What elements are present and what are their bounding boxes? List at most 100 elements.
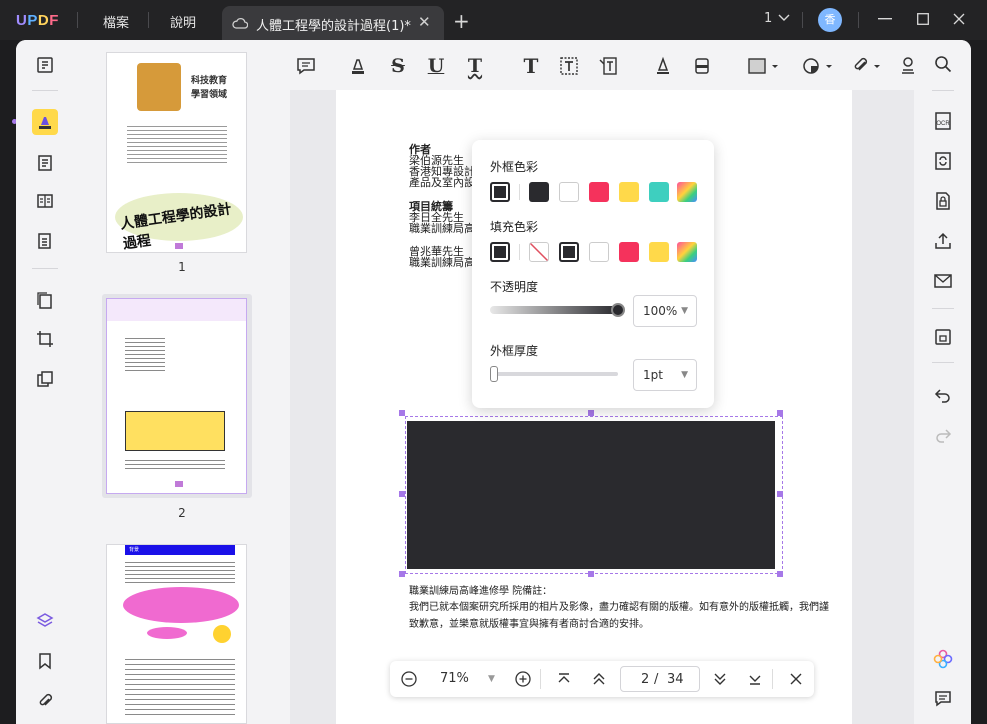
page-tools-button[interactable]	[32, 288, 58, 314]
eraser-icon	[695, 58, 709, 74]
form-mode-button[interactable]	[32, 228, 58, 254]
zoom-level[interactable]: 71%	[440, 671, 469, 686]
undo-button[interactable]	[932, 384, 954, 406]
fill-swatch[interactable]	[619, 242, 639, 262]
border-swatch[interactable]	[559, 182, 579, 202]
border-swatch[interactable]	[649, 182, 669, 202]
ai-assistant-button[interactable]	[932, 648, 954, 670]
share-button[interactable]	[932, 230, 954, 252]
first-page-button[interactable]	[554, 669, 574, 689]
squiggly-tool[interactable]: T	[463, 54, 487, 78]
close-tab-icon[interactable]: ✕	[418, 13, 431, 31]
resize-handle-ne[interactable]	[777, 410, 783, 416]
zoom-out-button[interactable]	[399, 669, 419, 689]
border-swatch[interactable]	[490, 182, 510, 202]
close-navigator-button[interactable]	[786, 669, 806, 689]
zoom-in-button[interactable]	[513, 669, 533, 689]
window-count[interactable]: 1	[764, 11, 772, 26]
sticker-tool[interactable]	[800, 54, 836, 78]
close-window-icon[interactable]	[953, 13, 965, 25]
rectangle-annotation[interactable]	[407, 421, 775, 569]
stack-icon	[37, 371, 53, 387]
layers-button[interactable]	[32, 608, 58, 634]
resize-handle-sw[interactable]	[399, 571, 405, 577]
organize-mode-button[interactable]	[32, 188, 58, 214]
page-input[interactable]: 2 / 34	[620, 666, 700, 692]
fill-swatch[interactable]	[589, 242, 609, 262]
border-width-dropdown[interactable]: 1pt ▼	[633, 359, 697, 391]
pages-icon	[37, 292, 52, 309]
border-swatch[interactable]	[677, 182, 697, 202]
resize-handle-s[interactable]	[588, 571, 594, 577]
attachment-button[interactable]	[32, 688, 58, 714]
border-swatch[interactable]	[529, 182, 549, 202]
fill-swatch[interactable]	[490, 242, 510, 262]
attachment-tool[interactable]	[850, 54, 886, 78]
title-bar: UPDF 檔案 說明 人體工程學的設計過程(1)* ✕ + 1 香	[0, 0, 987, 40]
highlight-tool[interactable]	[346, 54, 370, 78]
last-page-button[interactable]	[745, 669, 765, 689]
page-thumbnail-3[interactable]: 背景	[106, 544, 247, 724]
email-button[interactable]	[932, 270, 954, 292]
fill-swatch[interactable]	[529, 242, 549, 262]
minimize-icon[interactable]	[878, 18, 892, 20]
text-callout-tool[interactable]	[596, 54, 620, 78]
resize-handle-nw[interactable]	[399, 410, 405, 416]
chevron-down-icon[interactable]	[778, 14, 790, 22]
pencil-tool[interactable]	[651, 54, 675, 78]
resize-handle-w[interactable]	[399, 491, 405, 497]
double-chevron-down-icon	[714, 673, 726, 685]
fill-swatch[interactable]	[649, 242, 669, 262]
comments-panel-button[interactable]	[932, 688, 954, 710]
previous-page-button[interactable]	[589, 669, 609, 689]
menu-file[interactable]: 檔案	[103, 12, 129, 31]
new-tab-icon[interactable]: +	[453, 9, 470, 33]
updf-logo[interactable]: UPDF	[16, 12, 59, 29]
textbox-tool[interactable]	[557, 54, 581, 78]
border-width-slider-track[interactable]	[490, 372, 618, 376]
reader-mode-button[interactable]	[32, 52, 58, 78]
zoom-in-icon	[515, 671, 531, 687]
convert-button[interactable]	[932, 150, 954, 172]
ocr-button[interactable]: OCR	[932, 110, 954, 132]
bookmark-button[interactable]	[32, 648, 58, 674]
border-swatch[interactable]	[619, 182, 639, 202]
next-page-button[interactable]	[710, 669, 730, 689]
avatar[interactable]: 香	[818, 8, 842, 32]
strikethrough-tool[interactable]: S	[386, 54, 410, 78]
page-thumbnail-1[interactable]: 科技教育 學習領域 人體工程學的設計過程	[106, 52, 247, 253]
crop-icon	[37, 331, 53, 347]
shape-tool[interactable]	[746, 54, 782, 78]
eraser-tool[interactable]	[690, 54, 714, 78]
zoom-dropdown-icon[interactable]: ▼	[488, 674, 495, 684]
page-thumbnail-2[interactable]	[106, 298, 247, 494]
crop-button[interactable]	[32, 326, 58, 352]
maximize-icon[interactable]	[917, 13, 929, 25]
search-button[interactable]	[932, 53, 954, 75]
divider	[32, 268, 58, 269]
save-button[interactable]	[932, 326, 954, 348]
menu-help[interactable]: 說明	[170, 12, 196, 31]
border-swatch[interactable]	[589, 182, 609, 202]
fill-swatch[interactable]	[677, 242, 697, 262]
comment-mode-button[interactable]	[32, 109, 58, 135]
resize-handle-se[interactable]	[777, 571, 783, 577]
opacity-dropdown[interactable]: 100% ▼	[633, 295, 697, 327]
border-width-slider-thumb[interactable]	[490, 366, 498, 382]
resize-handle-e[interactable]	[777, 491, 783, 497]
document-tab[interactable]: 人體工程學的設計過程(1)* ✕	[222, 6, 444, 40]
compare-button[interactable]	[32, 366, 58, 392]
comment-tool[interactable]	[294, 54, 318, 78]
underline-tool[interactable]: U	[424, 54, 448, 78]
redo-button[interactable]	[932, 424, 954, 446]
edit-mode-button[interactable]	[32, 150, 58, 176]
resize-handle-n[interactable]	[588, 410, 594, 416]
divider	[148, 12, 149, 28]
fill-swatch[interactable]	[559, 242, 579, 262]
opacity-slider-thumb[interactable]	[611, 303, 625, 317]
chevron-down-icon: ▼	[681, 306, 688, 316]
opacity-slider-track[interactable]	[490, 306, 618, 314]
protect-button[interactable]	[932, 190, 954, 212]
text-tool[interactable]: T	[519, 54, 543, 78]
book-illustration	[137, 63, 181, 111]
